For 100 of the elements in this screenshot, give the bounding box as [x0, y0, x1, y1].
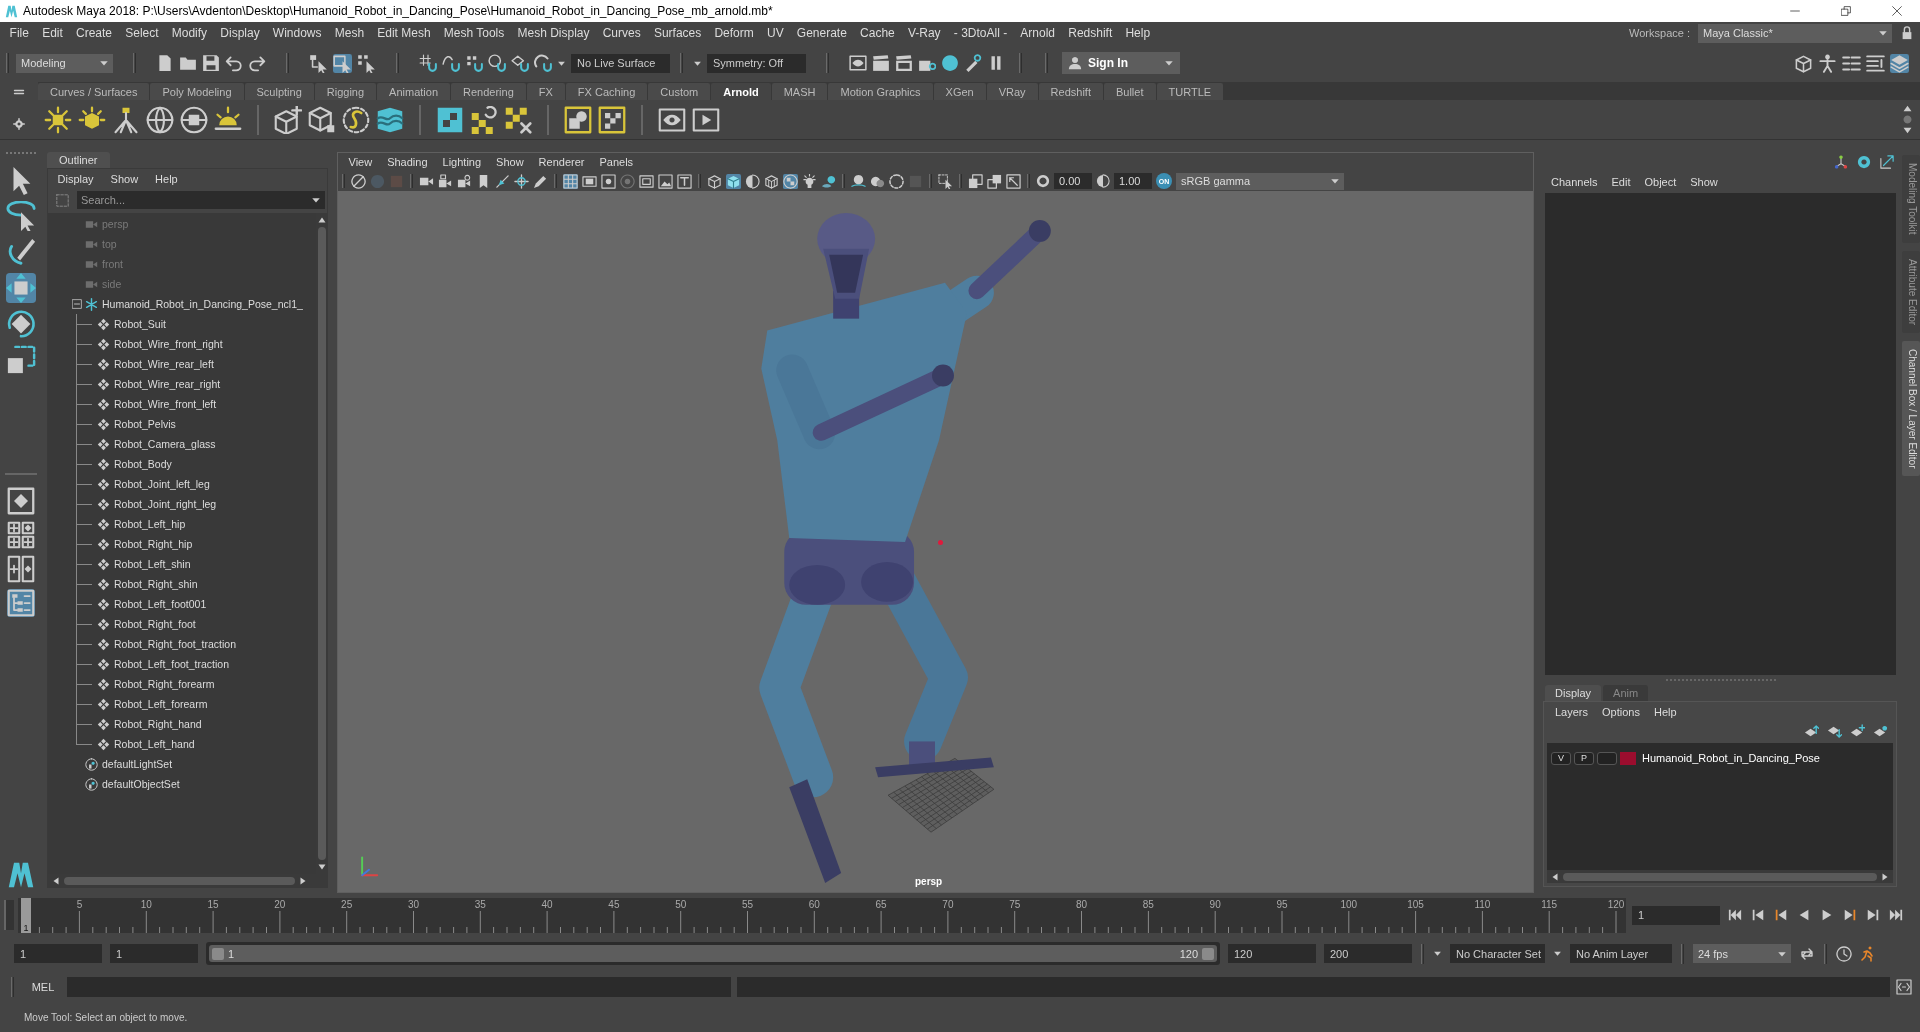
cube-icon[interactable] [1794, 53, 1813, 73]
shelf-tab[interactable]: FX Caching [565, 83, 648, 100]
menu-item[interactable]: Channels [1544, 175, 1605, 188]
outliner-item[interactable]: Robot_Wire_front_left [114, 398, 217, 410]
menu-item[interactable]: Renderer [531, 156, 592, 168]
redo-icon[interactable] [248, 54, 266, 72]
rotate-icon[interactable] [6, 309, 36, 339]
scale-icon[interactable] [6, 345, 36, 375]
image-frame-icon[interactable] [658, 173, 673, 189]
checker-sphere-icon[interactable] [783, 173, 798, 189]
shelf-tab[interactable]: FX [526, 83, 565, 100]
globe-icon[interactable] [146, 105, 174, 134]
code-box-icon[interactable] [1896, 979, 1912, 995]
outliner-item[interactable]: Robot_Left_hip [114, 518, 186, 530]
circle-slash-icon[interactable] [351, 173, 366, 189]
outliner-item[interactable]: defaultObjectSet [102, 778, 180, 790]
menu-item[interactable]: Cache [853, 26, 902, 40]
camera-ring-icon[interactable] [457, 173, 472, 189]
outliner-item[interactable]: Robot_Right_shin [114, 578, 198, 590]
menu-item[interactable]: UV [760, 26, 791, 40]
dashed-circle-icon[interactable] [342, 105, 370, 134]
outliner-item[interactable]: Robot_Wire_rear_left [114, 358, 214, 370]
menu-item[interactable]: Mesh [328, 26, 371, 40]
lasso-icon[interactable] [6, 201, 36, 231]
outliner-item[interactable]: Robot_Right_hip [114, 538, 193, 550]
magnet-curve-icon[interactable] [442, 54, 460, 72]
wireframe-cube-icon[interactable] [707, 173, 722, 189]
play-backward-icon[interactable] [1797, 908, 1811, 922]
title-frame-icon[interactable] [677, 173, 692, 189]
menu-item[interactable]: Surfaces [647, 26, 708, 40]
shadow-sphere-icon[interactable] [821, 173, 836, 189]
shelf-tab[interactable]: Motion Graphics [828, 83, 933, 100]
filled-frame-icon[interactable] [582, 173, 597, 189]
outliner-item[interactable]: Robot_Right_hand [114, 718, 202, 730]
menu-item[interactable]: Mesh Display [510, 26, 597, 40]
half-sphere-icon[interactable] [745, 173, 760, 189]
menu-item[interactable]: File [3, 26, 36, 40]
menu-item[interactable]: Display [52, 173, 100, 185]
layer-up-icon[interactable] [1804, 723, 1819, 739]
clapper-frame-icon[interactable] [895, 54, 913, 72]
sphere-arc-icon[interactable] [851, 173, 866, 189]
up-arrow-icon[interactable] [1903, 104, 1912, 113]
outliner-item[interactable]: Robot_Wire_front_right [114, 338, 223, 350]
shaded-cube-icon[interactable] [726, 173, 741, 189]
outliner-item[interactable]: Robot_Joint_left_leg [114, 478, 210, 490]
outliner-item[interactable]: Robot_Suit [114, 318, 166, 330]
crosshair-icon[interactable] [514, 173, 529, 189]
striped-cube-icon[interactable] [764, 173, 779, 189]
menu-item[interactable]: Deform [707, 26, 761, 40]
lines-icon[interactable] [1866, 53, 1885, 73]
scrollbar-thumb[interactable] [1563, 872, 1877, 881]
arrow-box-icon[interactable] [1880, 155, 1894, 169]
menu-item[interactable]: Create [69, 26, 119, 40]
menu-item[interactable]: Windows [266, 26, 329, 40]
drag-handle[interactable] [4, 900, 14, 930]
magnet-grid-icon[interactable] [419, 54, 437, 72]
display-type-toggle[interactable] [1597, 751, 1617, 765]
outliner-item[interactable]: Humanoid_Robot_in_Dancing_Pose_ncl1_ [102, 298, 303, 310]
menu-item[interactable]: Edit [35, 26, 70, 40]
step-forward-icon[interactable] [1866, 908, 1880, 922]
new-file-icon[interactable] [156, 54, 174, 72]
stacked-squares-icon[interactable] [968, 173, 983, 189]
shelf-tab[interactable]: Arnold [711, 83, 771, 100]
menu-item[interactable]: Generate [790, 26, 854, 40]
side-tab[interactable]: Attribute Editor [1902, 250, 1920, 333]
caret-icon[interactable] [1433, 949, 1442, 958]
color-space-dropdown[interactable]: sRGB gamma [1176, 172, 1344, 190]
menu-item[interactable]: Redshift [1061, 26, 1119, 40]
folder-icon[interactable] [179, 54, 197, 72]
magnet-point-icon[interactable] [465, 54, 483, 72]
outliner-item[interactable]: Robot_Left_shin [114, 558, 191, 570]
visibility-toggle[interactable]: V [1551, 751, 1571, 765]
collapse-icon[interactable] [72, 299, 82, 309]
fps-dropdown[interactable]: 24 fps [1693, 944, 1791, 963]
current-frame-marker[interactable]: 1 [21, 897, 31, 933]
stick-ring-icon[interactable] [964, 54, 982, 72]
layer-dot-icon[interactable] [1873, 723, 1888, 739]
shelf-tab[interactable]: Curves / Surfaces [38, 83, 150, 100]
magnet-circle-icon[interactable] [488, 54, 506, 72]
shelf-tab[interactable]: MASH [771, 83, 828, 100]
side-tab[interactable]: Channel Box / Layer Editor [1902, 340, 1920, 477]
outliner-item[interactable]: Robot_Right_foot [114, 618, 196, 630]
menu-item[interactable]: Show [488, 156, 532, 168]
square-cursor-icon[interactable] [333, 53, 352, 73]
character-set-field[interactable]: No Character Set [1450, 944, 1545, 963]
menu-item[interactable]: Edit Mesh [370, 26, 438, 40]
symmetry-field[interactable]: Symmetry: Off [707, 53, 806, 73]
grid-icon[interactable] [563, 173, 578, 189]
exposure-field[interactable]: 0.00 [1054, 173, 1092, 189]
checker-cross-icon[interactable] [504, 105, 532, 134]
layered-squares-icon[interactable] [987, 173, 1002, 189]
sign-in-button[interactable]: Sign In [1062, 52, 1180, 74]
layer-plus-icon[interactable] [1850, 723, 1865, 739]
outliner-item[interactable]: Robot_Wire_rear_right [114, 378, 221, 390]
search-field[interactable]: Search... [77, 191, 325, 209]
tripod-icon[interactable] [1834, 155, 1848, 169]
magnet-plane-icon[interactable] [511, 54, 529, 72]
range-handle[interactable] [212, 947, 224, 960]
save-icon[interactable] [202, 54, 220, 72]
playback-start-field[interactable]: 1 [110, 944, 198, 963]
